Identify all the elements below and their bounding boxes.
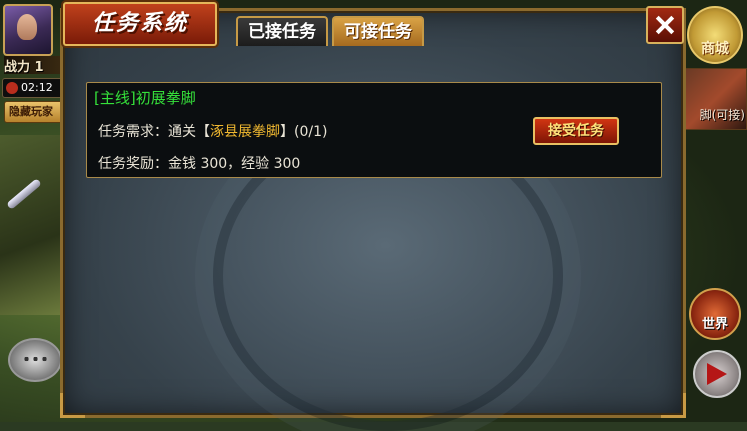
combat-power: 战力 1 [4,56,64,75]
shop-label: 商城 [701,41,729,57]
close-button[interactable] [646,6,684,44]
chat-bubble-icon [22,356,48,362]
quest-reward: 任务奖励：金钱 300，经验 300 [98,156,301,172]
world-chat-button[interactable]: 世界 [689,288,741,340]
next-arrow-button[interactable] [693,350,741,398]
quest-card: [主线]初展拳脚 任务需求：通关【涿县展拳脚】(0/1) 任务奖励：金钱 300… [86,82,662,178]
quest-requirement: 任务需求：通关【涿县展拳脚】(0/1) [98,121,327,141]
requirement-place-link[interactable]: 涿县展拳脚 [210,124,280,140]
player-avatar[interactable] [3,4,53,56]
timer-value: 02:12 [21,81,53,94]
tab-accepted-quests[interactable]: 已接任务 [236,16,328,46]
requirement-suffix: 】(0/1) [280,124,328,140]
hide-players-button[interactable]: 隐藏玩家 [4,101,68,123]
left-hud: 战力 1 02:12 隐藏玩家 [0,0,68,422]
accept-quest-button[interactable]: 接受任务 [533,117,619,145]
tab-available-quests[interactable]: 可接任务 [332,16,424,46]
clock-icon [6,82,18,94]
right-hud: 商城 脚(可接) 世界 [685,0,747,422]
requirement-prefix: 任务需求：通关【 [98,124,210,140]
dialog-title: 任务系统 [91,10,188,36]
timer-display: 02:12 [2,78,64,98]
warrior-character [0,135,60,315]
task-tracker-label: 脚(可接) [699,108,745,122]
dialog-title-banner: 任务系统 [63,2,217,46]
chat-button[interactable] [8,338,62,382]
world-label: 世界 [701,317,728,332]
shop-button[interactable]: 商城 [687,6,743,64]
frame-corner [60,393,85,418]
quest-system-dialog [60,8,686,431]
quest-title: [主线]初展拳脚 [94,89,196,107]
frame-corner [661,393,686,418]
